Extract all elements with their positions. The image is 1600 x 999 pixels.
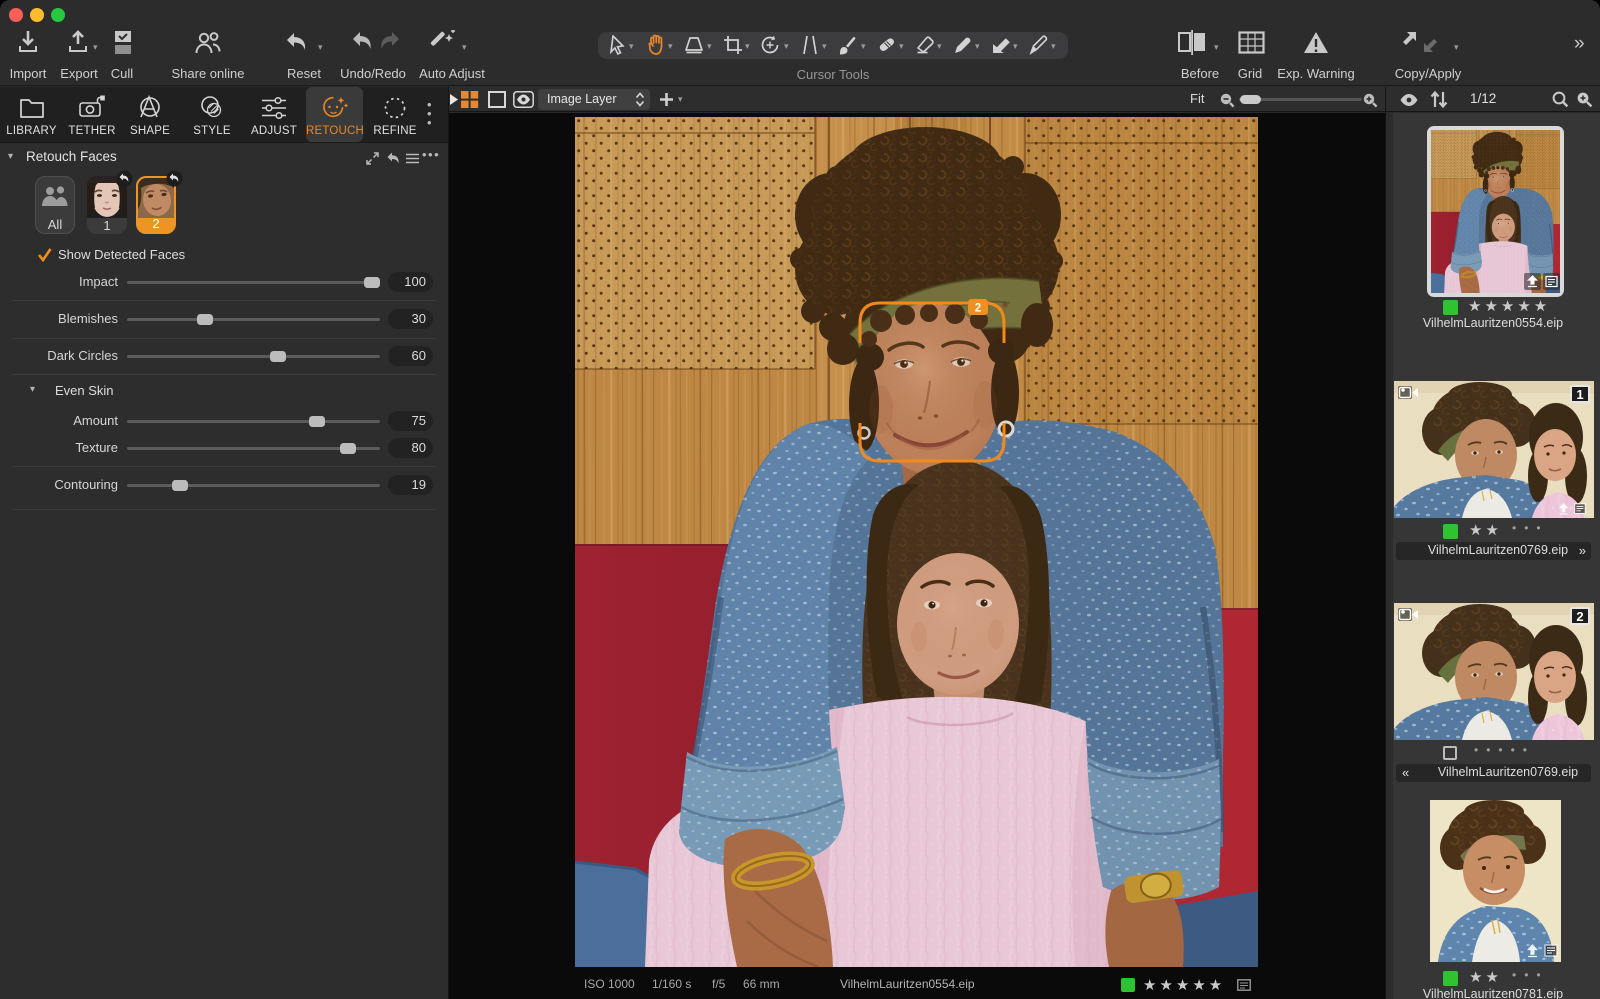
svg-text:2: 2 (975, 303, 981, 315)
